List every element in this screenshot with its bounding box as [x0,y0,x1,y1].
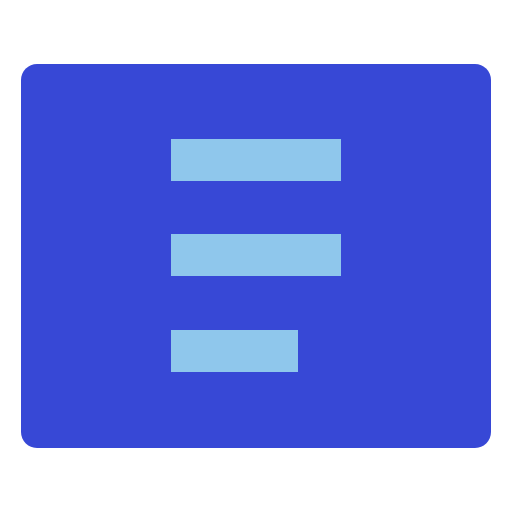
icon-canvas [0,0,512,512]
line-bar-2 [171,234,341,276]
line-bar-3 [171,330,298,372]
line-bar-1 [171,139,341,181]
